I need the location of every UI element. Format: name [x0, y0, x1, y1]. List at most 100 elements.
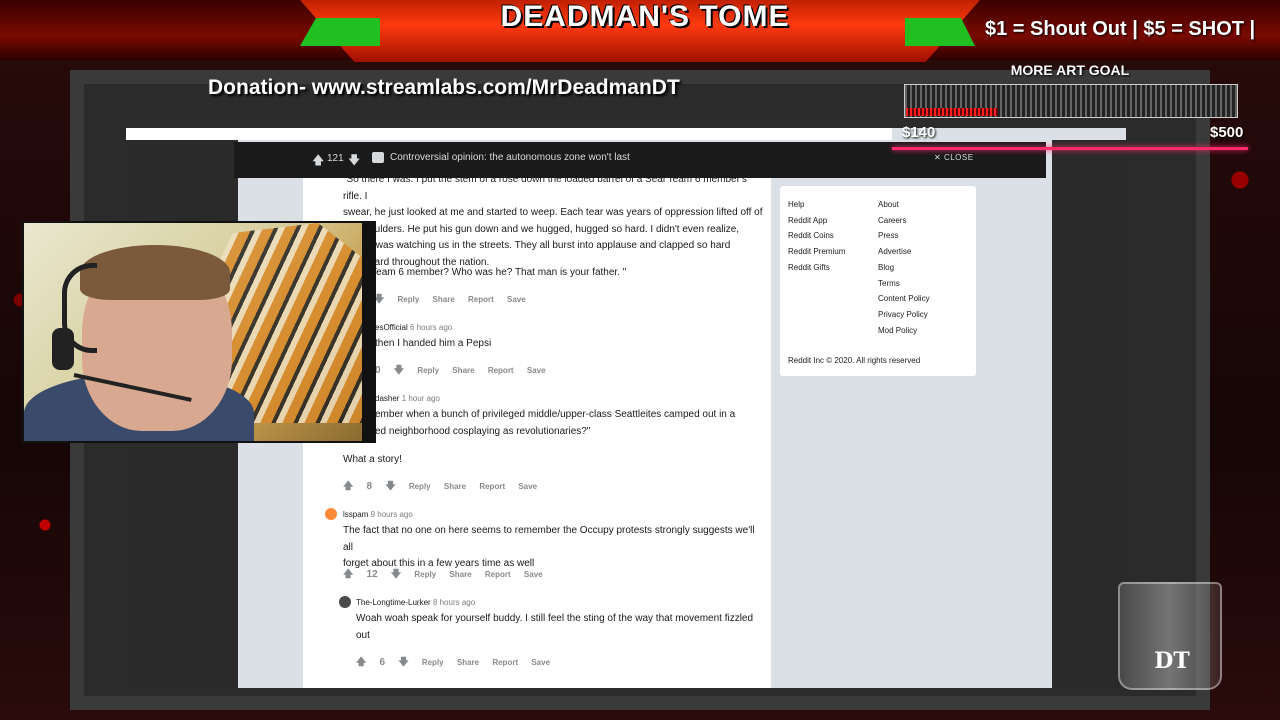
comment-line: ed neighborhood cosplaying as revolution…: [375, 425, 591, 437]
comment-author[interactable]: esOfficial: [375, 323, 408, 332]
footer-link[interactable]: Reddit Coins: [788, 228, 845, 244]
upvote-icon[interactable]: 🡅: [312, 151, 324, 172]
close-label: CLOSE: [943, 153, 974, 162]
comment-time: 9 hours ago: [370, 510, 413, 519]
reply-button[interactable]: Reply: [417, 366, 439, 375]
comment-line: people was watching us in the streets. T…: [343, 240, 731, 251]
comment-line: The fact that no one on here seems to re…: [343, 525, 755, 553]
comment-meta: The-Longtime-Lurker 8 hours ago: [356, 598, 475, 607]
vote-count: 8: [366, 481, 373, 492]
comment-time: 8 hours ago: [432, 598, 476, 607]
goal-current: $140: [902, 124, 936, 141]
save-button[interactable]: Save: [527, 366, 546, 375]
comment-body: "So there I was. I put the stem of a ros…: [343, 172, 763, 271]
footer-link[interactable]: Reddit Gifts: [788, 260, 845, 276]
copyright-text: Reddit Inc © 2020. All rights reserved: [788, 356, 921, 365]
page-dark-margin-right: [1052, 140, 1126, 688]
upvote-icon[interactable]: 🡅: [356, 657, 366, 668]
stream-title: DEADMAN'S TOME: [500, 0, 790, 33]
post-title[interactable]: Controversial opinion: the autonomous zo…: [390, 152, 630, 163]
shoutout-ticker: $1 = Shout Out | $5 = SHOT |: [985, 18, 1256, 40]
footer-link[interactable]: Blog: [878, 260, 930, 276]
comment-body: Woah woah speak for yourself buddy. I st…: [356, 611, 766, 644]
vote-count: 121: [327, 153, 344, 164]
downvote-icon[interactable]: 🡇: [398, 657, 408, 668]
reply-button[interactable]: Reply: [398, 295, 420, 304]
report-button[interactable]: Report: [468, 295, 494, 304]
comment-time: 6 hours ago: [410, 323, 453, 332]
comment-line: Woah woah speak for yourself buddy. I st…: [356, 613, 754, 624]
comment-line: "So there I was. I put the stem of a ros…: [343, 174, 747, 202]
footer-link[interactable]: Terms: [878, 276, 930, 292]
comment-actions: 🡅 6 🡇 Reply Share Report Save: [356, 655, 561, 672]
comment-body: ember when a bunch of privileged middle/…: [375, 407, 765, 440]
comment-body: The fact that no one on here seems to re…: [343, 523, 763, 573]
comment-actions: 🡅 12 🡇 Reply Share Report Save: [343, 567, 554, 584]
footer-link[interactable]: Help: [788, 197, 845, 213]
upvote-icon[interactable]: 🡅: [343, 569, 353, 580]
report-button[interactable]: Report: [479, 482, 505, 491]
comment-line: his shoulders. He put his gun down and w…: [343, 223, 740, 235]
save-button[interactable]: Save: [531, 658, 550, 667]
comment-line: t Seal Team 6 member? Who was he? That m…: [343, 267, 627, 278]
comment-line: swear, he just looked at me and started …: [343, 207, 763, 218]
downvote-icon[interactable]: 🡇: [385, 481, 395, 492]
avatar[interactable]: [325, 508, 337, 520]
save-button[interactable]: Save: [524, 570, 543, 579]
share-button[interactable]: Share: [449, 570, 471, 579]
close-button[interactable]: ✕ CLOSE: [934, 153, 974, 162]
comment-author[interactable]: dasher: [375, 394, 399, 403]
comment-line: ember when a bunch of privileged middle/…: [375, 409, 736, 420]
comment-body: then I handed him a Pepsi: [375, 338, 492, 349]
downvote-icon[interactable]: 🡇: [391, 569, 401, 580]
footer-link[interactable]: Mod Policy: [878, 323, 930, 339]
report-button[interactable]: Report: [492, 658, 518, 667]
footer-link[interactable]: Advertise: [878, 244, 930, 260]
comment-actions: 🡇 Reply Share Report Save: [374, 292, 537, 309]
footer-link[interactable]: Content Policy: [878, 291, 930, 307]
footer-link[interactable]: About: [878, 197, 930, 213]
comment-time: 1 hour ago: [401, 394, 440, 403]
comment-actions: 0 🡇 Reply Share Report Save: [375, 363, 557, 380]
goal-underline: [892, 147, 1248, 150]
comment-meta: esOfficial 6 hours ago: [375, 323, 452, 332]
webcam-feed: [22, 221, 366, 443]
footer-link[interactable]: Press: [878, 228, 930, 244]
goal-target: $500: [1210, 124, 1244, 141]
comment-meta: lsspam 9 hours ago: [343, 510, 413, 519]
goal-progress-fill: [906, 108, 998, 116]
vote-count: 12: [366, 569, 378, 580]
share-button[interactable]: Share: [452, 366, 474, 375]
footer-links-col2: About Careers Press Advertise Blog Terms…: [878, 197, 930, 338]
comment-author[interactable]: The-Longtime-Lurker: [356, 598, 431, 607]
goal-title: MORE ART GOAL: [1010, 62, 1130, 78]
downvote-icon[interactable]: 🡇: [394, 365, 404, 376]
reply-button[interactable]: Reply: [422, 658, 444, 667]
reply-button[interactable]: Reply: [414, 570, 436, 579]
vote-count: 6: [379, 657, 386, 668]
comment-body: What a story!: [343, 454, 402, 465]
footer-link[interactable]: Reddit Premium: [788, 244, 845, 260]
donation-banner: Donation- www.streamlabs.com/MrDeadmanDT: [208, 76, 680, 99]
channel-logo: DT: [1154, 648, 1190, 674]
reply-button[interactable]: Reply: [409, 482, 431, 491]
comment-author[interactable]: lsspam: [343, 510, 368, 519]
save-button[interactable]: Save: [518, 482, 537, 491]
footer-link[interactable]: Reddit App: [788, 213, 845, 229]
share-button[interactable]: Share: [444, 482, 466, 491]
footer-link[interactable]: Privacy Policy: [878, 307, 930, 323]
upvote-icon[interactable]: 🡅: [343, 481, 353, 492]
report-button[interactable]: Report: [488, 366, 514, 375]
downvote-icon[interactable]: 🡇: [348, 151, 360, 172]
save-button[interactable]: Save: [507, 295, 526, 304]
share-button[interactable]: Share: [457, 658, 479, 667]
page-header-strip: [126, 128, 892, 140]
comment-line: out: [356, 629, 370, 641]
comment-actions: 🡅 8 🡇 Reply Share Report Save: [343, 479, 548, 496]
share-button[interactable]: Share: [433, 295, 455, 304]
comment-icon: [372, 152, 384, 163]
footer-link[interactable]: Careers: [878, 213, 930, 229]
report-button[interactable]: Report: [485, 570, 511, 579]
avatar[interactable]: [339, 596, 351, 608]
streamer-hair: [80, 245, 230, 300]
